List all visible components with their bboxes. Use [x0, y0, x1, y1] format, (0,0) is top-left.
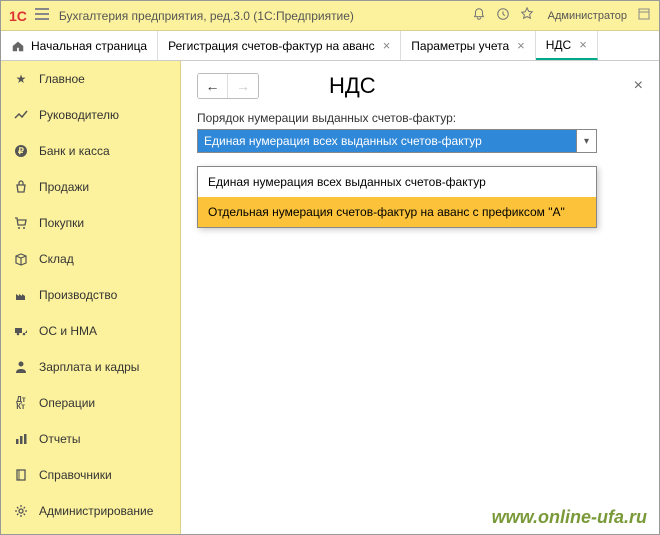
bag-icon [13, 179, 29, 195]
sidebar-item-label: Склад [39, 252, 74, 266]
sidebar-item-salary[interactable]: Зарплата и кадры [1, 349, 180, 385]
sidebar-item-label: Зарплата и кадры [39, 360, 139, 374]
tab-label: Регистрация счетов-фактур на аванс [168, 39, 375, 53]
sidebar-item-main[interactable]: ★ Главное [1, 61, 180, 97]
truck-icon [13, 323, 29, 339]
close-icon[interactable]: × [383, 38, 391, 53]
sidebar-item-label: Продажи [39, 180, 89, 194]
sidebar-item-label: Банк и касса [39, 144, 110, 158]
sidebar-item-warehouse[interactable]: Склад [1, 241, 180, 277]
sidebar-item-label: Отчеты [39, 432, 80, 446]
sidebar-item-label: ОС и НМА [39, 324, 97, 338]
close-icon[interactable]: × [634, 77, 643, 95]
cart-icon [13, 215, 29, 231]
history-icon[interactable] [496, 7, 510, 24]
sidebar-item-admin[interactable]: Администрирование [1, 493, 180, 529]
bell-icon[interactable] [472, 7, 486, 24]
close-icon[interactable]: × [579, 37, 587, 52]
dtkt-icon: ДтКт [13, 395, 29, 411]
titlebar-actions: Администратор [472, 7, 651, 24]
tab-label: НДС [546, 38, 571, 52]
ruble-icon: ₽ [13, 143, 29, 159]
box-icon [13, 251, 29, 267]
field-label: Порядок нумерации выданных счетов-фактур… [197, 111, 643, 125]
gear-icon [13, 503, 29, 519]
sidebar-item-os[interactable]: ОС и НМА [1, 313, 180, 349]
sidebar-item-label: Руководителю [39, 108, 119, 122]
sidebar-item-label: Администрирование [39, 504, 153, 518]
sidebar-item-sales[interactable]: Продажи [1, 169, 180, 205]
tab-params[interactable]: Параметры учета × [401, 31, 535, 60]
body: ★ Главное Руководителю ₽ Банк и касса Прод… [1, 61, 659, 534]
sidebar-item-label: Справочники [39, 468, 112, 482]
close-icon[interactable]: × [517, 38, 525, 53]
select-dropdown: Единая нумерация всех выданных счетов-фа… [197, 166, 597, 228]
sidebar-item-label: Главное [39, 72, 85, 86]
chevron-down-icon[interactable]: ▾ [576, 130, 596, 152]
dropdown-option[interactable]: Единая нумерация всех выданных счетов-фа… [198, 167, 596, 197]
sidebar-item-label: Операции [39, 396, 95, 410]
numeration-select[interactable]: Единая нумерация всех выданных счетов-фа… [197, 129, 597, 153]
tab-label: Параметры учета [411, 39, 509, 53]
app-logo: 1C [9, 8, 27, 24]
sidebar-item-manager[interactable]: Руководителю [1, 97, 180, 133]
tab-nds[interactable]: НДС × [536, 31, 598, 60]
sidebar-item-production[interactable]: Производство [1, 277, 180, 313]
sidebar-item-reports[interactable]: Отчеты [1, 421, 180, 457]
menu-icon[interactable] [35, 8, 49, 23]
min-icon[interactable] [637, 7, 651, 24]
person-icon [13, 359, 29, 375]
tab-registration[interactable]: Регистрация счетов-фактур на аванс × [158, 31, 401, 60]
page-title: НДС [329, 73, 376, 99]
trend-icon [13, 107, 29, 123]
svg-text:₽: ₽ [18, 146, 24, 156]
star-icon[interactable] [520, 7, 534, 24]
titlebar: 1C Бухгалтерия предприятия, ред.3.0 (1С:… [1, 1, 659, 31]
sidebar-item-purchases[interactable]: Покупки [1, 205, 180, 241]
user-label[interactable]: Администратор [548, 10, 627, 22]
sidebar-item-refs[interactable]: Справочники [1, 457, 180, 493]
factory-icon [13, 287, 29, 303]
sidebar-item-bank[interactable]: ₽ Банк и касса [1, 133, 180, 169]
forward-button: → [228, 74, 258, 98]
content: ← → НДС × Порядок нумерации выданных сче… [181, 61, 659, 534]
chart-icon [13, 431, 29, 447]
watermark: www.online-ufa.ru [492, 507, 647, 528]
tab-home[interactable]: Начальная страница [1, 31, 158, 60]
content-header: ← → НДС × [197, 73, 643, 99]
book-icon [13, 467, 29, 483]
star-icon: ★ [13, 71, 29, 87]
back-button[interactable]: ← [198, 74, 228, 98]
select-value: Единая нумерация всех выданных счетов-фа… [198, 130, 576, 152]
dropdown-option[interactable]: Отдельная нумерация счетов-фактур на ава… [198, 197, 596, 227]
sidebar: ★ Главное Руководителю ₽ Банк и касса Прод… [1, 61, 181, 534]
nav-buttons: ← → [197, 73, 259, 99]
sidebar-item-label: Покупки [39, 216, 84, 230]
sidebar-item-label: Производство [39, 288, 117, 302]
tab-label: Начальная страница [31, 39, 147, 53]
window-title: Бухгалтерия предприятия, ред.3.0 (1С:Пре… [59, 9, 354, 23]
sidebar-item-operations[interactable]: ДтКт Операции [1, 385, 180, 421]
tabbar: Начальная страница Регистрация счетов-фа… [1, 31, 659, 61]
